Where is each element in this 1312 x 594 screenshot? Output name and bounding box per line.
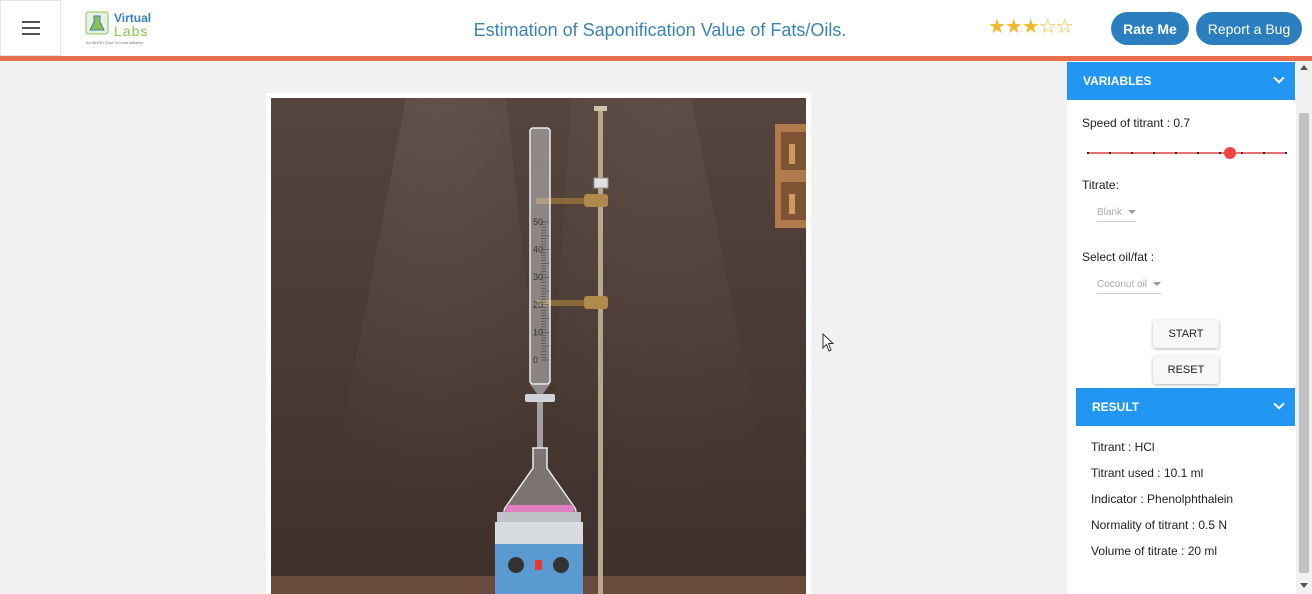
panel-scrollbar[interactable] [1296, 61, 1312, 594]
simulation-canvas[interactable]: 50 40 30 20 10 0 [271, 98, 806, 594]
burette-mark-label: 50 [533, 217, 543, 227]
chevron-down-icon [1273, 398, 1285, 410]
oil-select-value: Coconut oil [1097, 279, 1148, 290]
burette-mark-label: 10 [533, 327, 543, 337]
slider-tick [1131, 152, 1133, 154]
control-panel: VARIABLES Speed of titrant : 0.7 Titrate… [1067, 61, 1296, 594]
result-header-label: RESULT [1092, 400, 1140, 414]
dropdown-caret-icon [1128, 210, 1137, 215]
variables-header-label: VARIABLES [1083, 74, 1152, 88]
report-bug-button[interactable]: Report a Bug [1196, 12, 1302, 45]
burette-mark-label: 40 [533, 245, 543, 255]
rating-stars[interactable]: ★★★☆☆ [988, 14, 1074, 39]
speed-label: Speed of titrant : 0.7 [1082, 116, 1191, 130]
scroll-up-icon[interactable] [1300, 65, 1308, 70]
variables-section-header[interactable]: VARIABLES [1067, 62, 1295, 100]
chevron-down-icon [1273, 72, 1285, 84]
titrate-select-value: Blank [1097, 207, 1123, 218]
start-button[interactable]: START [1153, 320, 1219, 348]
burette-mark-label: 20 [533, 300, 543, 310]
magnetic-stirrer [495, 512, 583, 594]
page-title: Estimation of Saponification Value of Fa… [473, 20, 847, 40]
result-indicator: Indicator : Phenolphthalein [1091, 492, 1234, 506]
result-titrant-used: Titrant used : 10.1 ml [1091, 466, 1204, 480]
simulation-frame: 50 40 30 20 10 0 [266, 93, 811, 594]
logo-text-labs: Labs [114, 23, 149, 39]
speed-slider-track[interactable] [1087, 152, 1285, 154]
shelf [775, 124, 806, 228]
result-section-header[interactable]: RESULT [1076, 388, 1295, 426]
mouse-cursor-icon [822, 333, 835, 352]
slider-tick [1219, 152, 1221, 154]
scroll-down-icon[interactable] [1300, 583, 1308, 588]
logo-tagline: An MHRD Govt of India Initiative [86, 40, 144, 45]
slider-tick [1175, 152, 1177, 154]
virtual-labs-logo[interactable]: Virtual Labs An MHRD Govt of India Initi… [84, 8, 154, 48]
oil-select[interactable]: Coconut oil [1097, 279, 1162, 294]
dropdown-caret-icon [1153, 282, 1162, 287]
oil-label: Select oil/fat : [1082, 250, 1155, 264]
hamburger-icon [21, 19, 40, 37]
burette-mark-label: 0 [533, 355, 538, 365]
titrate-label: Titrate: [1082, 178, 1119, 192]
result-volume: Volume of titrate : 20 ml [1091, 544, 1218, 558]
reset-button[interactable]: RESET [1153, 356, 1219, 384]
slider-tick [1153, 152, 1155, 154]
slider-tick [1109, 152, 1111, 154]
titrate-select[interactable]: Blank [1097, 207, 1137, 222]
slider-tick [1087, 152, 1089, 154]
rate-me-button[interactable]: Rate Me [1111, 12, 1189, 45]
burette [525, 127, 555, 448]
result-normality: Normality of titrant : 0.5 N [1091, 518, 1228, 532]
menu-button[interactable] [0, 0, 61, 56]
result-titrant: Titrant : HCl [1091, 440, 1155, 454]
slider-tick [1263, 152, 1265, 154]
burette-mark-label: 30 [533, 272, 543, 282]
top-bar: Virtual Labs An MHRD Govt of India Initi… [0, 0, 1312, 56]
speed-slider-thumb[interactable] [1224, 147, 1236, 159]
slider-tick [1197, 152, 1199, 154]
flask-logo-icon [85, 11, 109, 35]
slider-tick [1241, 152, 1243, 154]
slider-tick [1285, 152, 1287, 154]
scrollbar-thumb[interactable] [1299, 113, 1309, 573]
